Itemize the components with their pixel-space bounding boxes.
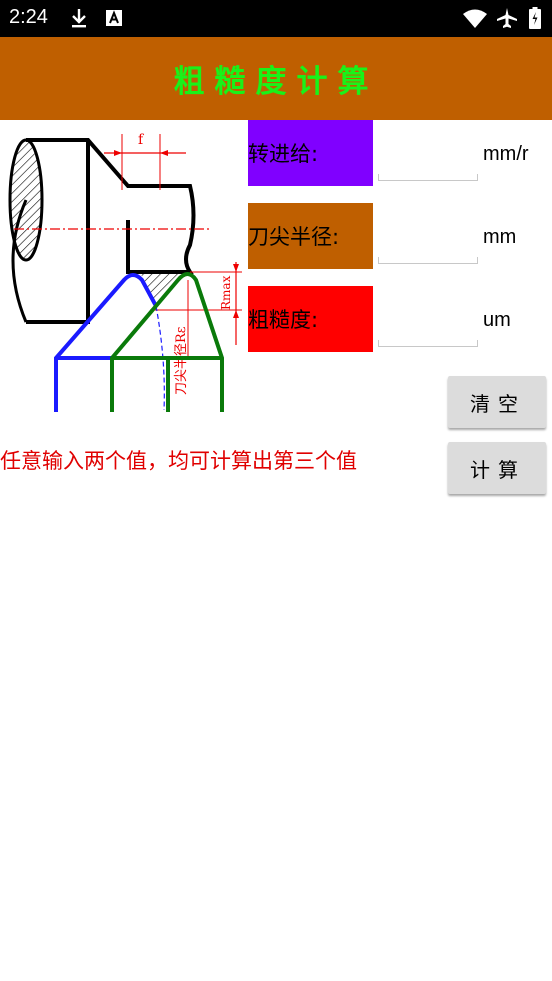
battery-icon (528, 6, 542, 30)
radius-dimension-label: 刀尖半径Rε (174, 326, 189, 395)
nose-radius-label: 刀尖半径: (248, 203, 373, 269)
roughness-label: 粗糙度: (248, 286, 373, 352)
rmax-dimension-label: Rmax (219, 275, 233, 310)
feed-input-underline (378, 174, 478, 181)
f-dimension-label: f (138, 132, 145, 148)
page-title: 粗糙度计算 (173, 64, 379, 100)
feed-label: 转进给: (248, 120, 373, 186)
turning-tool-roughness-diagram: f Rmax 刀尖半径Rε (0, 120, 248, 420)
download-icon (68, 6, 90, 30)
airplane-icon (495, 6, 519, 30)
nose-radius-label-text: 刀尖半径: (248, 225, 340, 249)
app-bar: 粗糙度计算 (0, 37, 552, 120)
feed-label-text: 转进给: (248, 142, 319, 166)
wifi-icon (462, 6, 488, 30)
status-bar: 2:24 (0, 0, 552, 37)
roughness-unit: um (483, 309, 511, 331)
clear-button[interactable]: 清空 (448, 376, 546, 428)
roughness-input-underline (378, 340, 478, 347)
nose-radius-unit: mm (483, 226, 517, 248)
status-time: 2:24 (9, 6, 48, 28)
hint-text: 任意输入两个值，均可计算出第三个值 (0, 449, 357, 473)
calculate-button[interactable]: 计算 (448, 442, 546, 494)
a-box-icon (104, 6, 124, 30)
roughness-label-text: 粗糙度: (248, 308, 319, 332)
feed-unit: mm/r (483, 143, 529, 165)
nose-radius-input-underline (378, 257, 478, 264)
